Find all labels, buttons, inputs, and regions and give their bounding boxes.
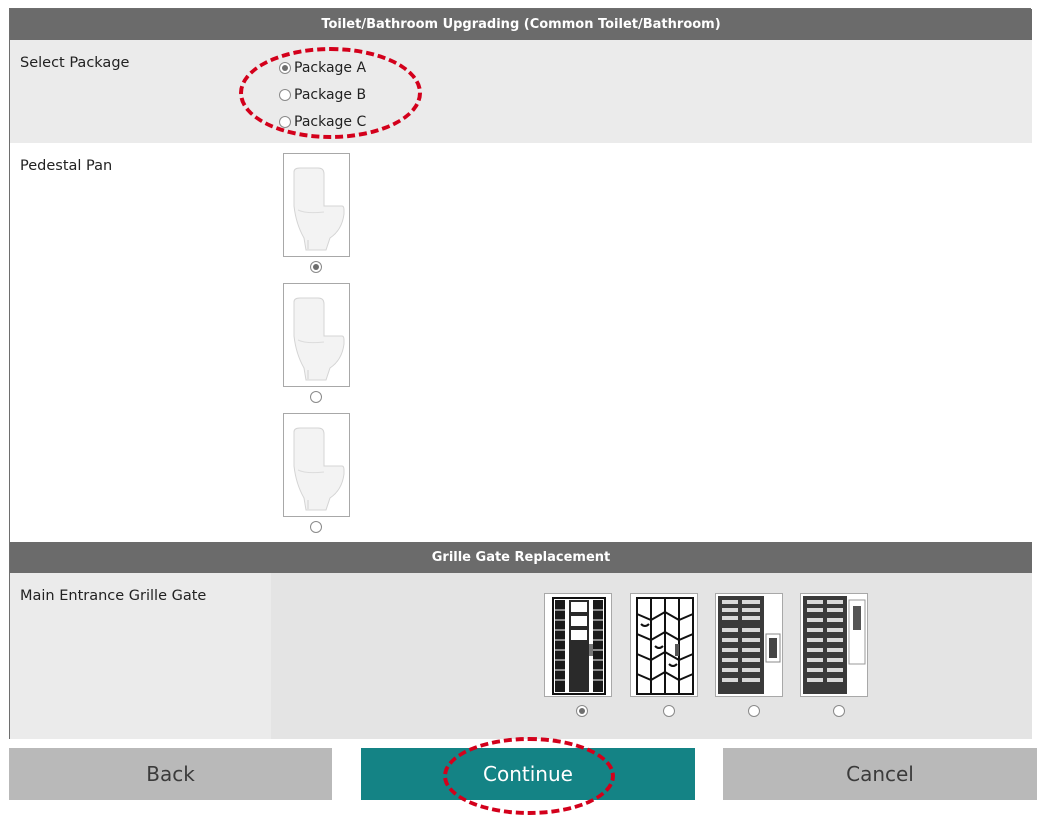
- grille-gate-image[interactable]: [630, 593, 698, 697]
- pedestal-pan-image[interactable]: [283, 283, 350, 387]
- cancel-button[interactable]: Cancel: [723, 748, 1037, 800]
- pedestal-pan-image[interactable]: [283, 153, 350, 257]
- grille-section-header: Grille Gate Replacement: [10, 542, 1032, 573]
- toilet-icon: [293, 427, 345, 511]
- back-button[interactable]: Back: [9, 748, 332, 800]
- grille-gate-image[interactable]: [544, 593, 612, 697]
- grille-gate-label: Main Entrance Grille Gate: [10, 573, 271, 739]
- grille-gate-radio-1[interactable]: [576, 705, 588, 717]
- package-highlight-ring: [239, 47, 422, 139]
- grille-gate-2-icon: [636, 597, 694, 695]
- grille-gate-3-icon: [718, 596, 781, 694]
- grille-gate-image[interactable]: [800, 593, 868, 697]
- grille-gate-radio-2[interactable]: [663, 705, 675, 717]
- continue-highlight-ring: [443, 737, 615, 815]
- select-package-row: Select Package Package A Package B Packa…: [10, 40, 1032, 143]
- grille-gate-4-icon: [803, 596, 866, 694]
- pedestal-pan-row: Pedestal Pan: [10, 143, 1032, 542]
- grille-gate-image[interactable]: [715, 593, 783, 697]
- toilet-icon: [293, 167, 345, 251]
- pedestal-pan-image[interactable]: [283, 413, 350, 517]
- pedestal-pan-options: [283, 153, 353, 533]
- pedestal-pan-radio-3[interactable]: [310, 521, 322, 533]
- toilet-icon: [293, 297, 345, 381]
- grille-gate-radio-4[interactable]: [833, 705, 845, 717]
- grille-gate-options-area: [271, 573, 1032, 739]
- grille-gate-radio-3[interactable]: [748, 705, 760, 717]
- upgrade-form: Toilet/Bathroom Upgrading (Common Toilet…: [9, 8, 1032, 739]
- pedestal-pan-radio-2[interactable]: [310, 391, 322, 403]
- grille-gate-1-icon: [552, 597, 606, 695]
- grille-gate-row: Main Entrance Grille Gate: [10, 573, 1032, 739]
- pedestal-pan-radio-1[interactable]: [310, 261, 322, 273]
- pedestal-pan-label: Pedestal Pan: [10, 143, 271, 542]
- select-package-label: Select Package: [20, 55, 130, 71]
- toilet-section-header: Toilet/Bathroom Upgrading (Common Toilet…: [10, 9, 1032, 40]
